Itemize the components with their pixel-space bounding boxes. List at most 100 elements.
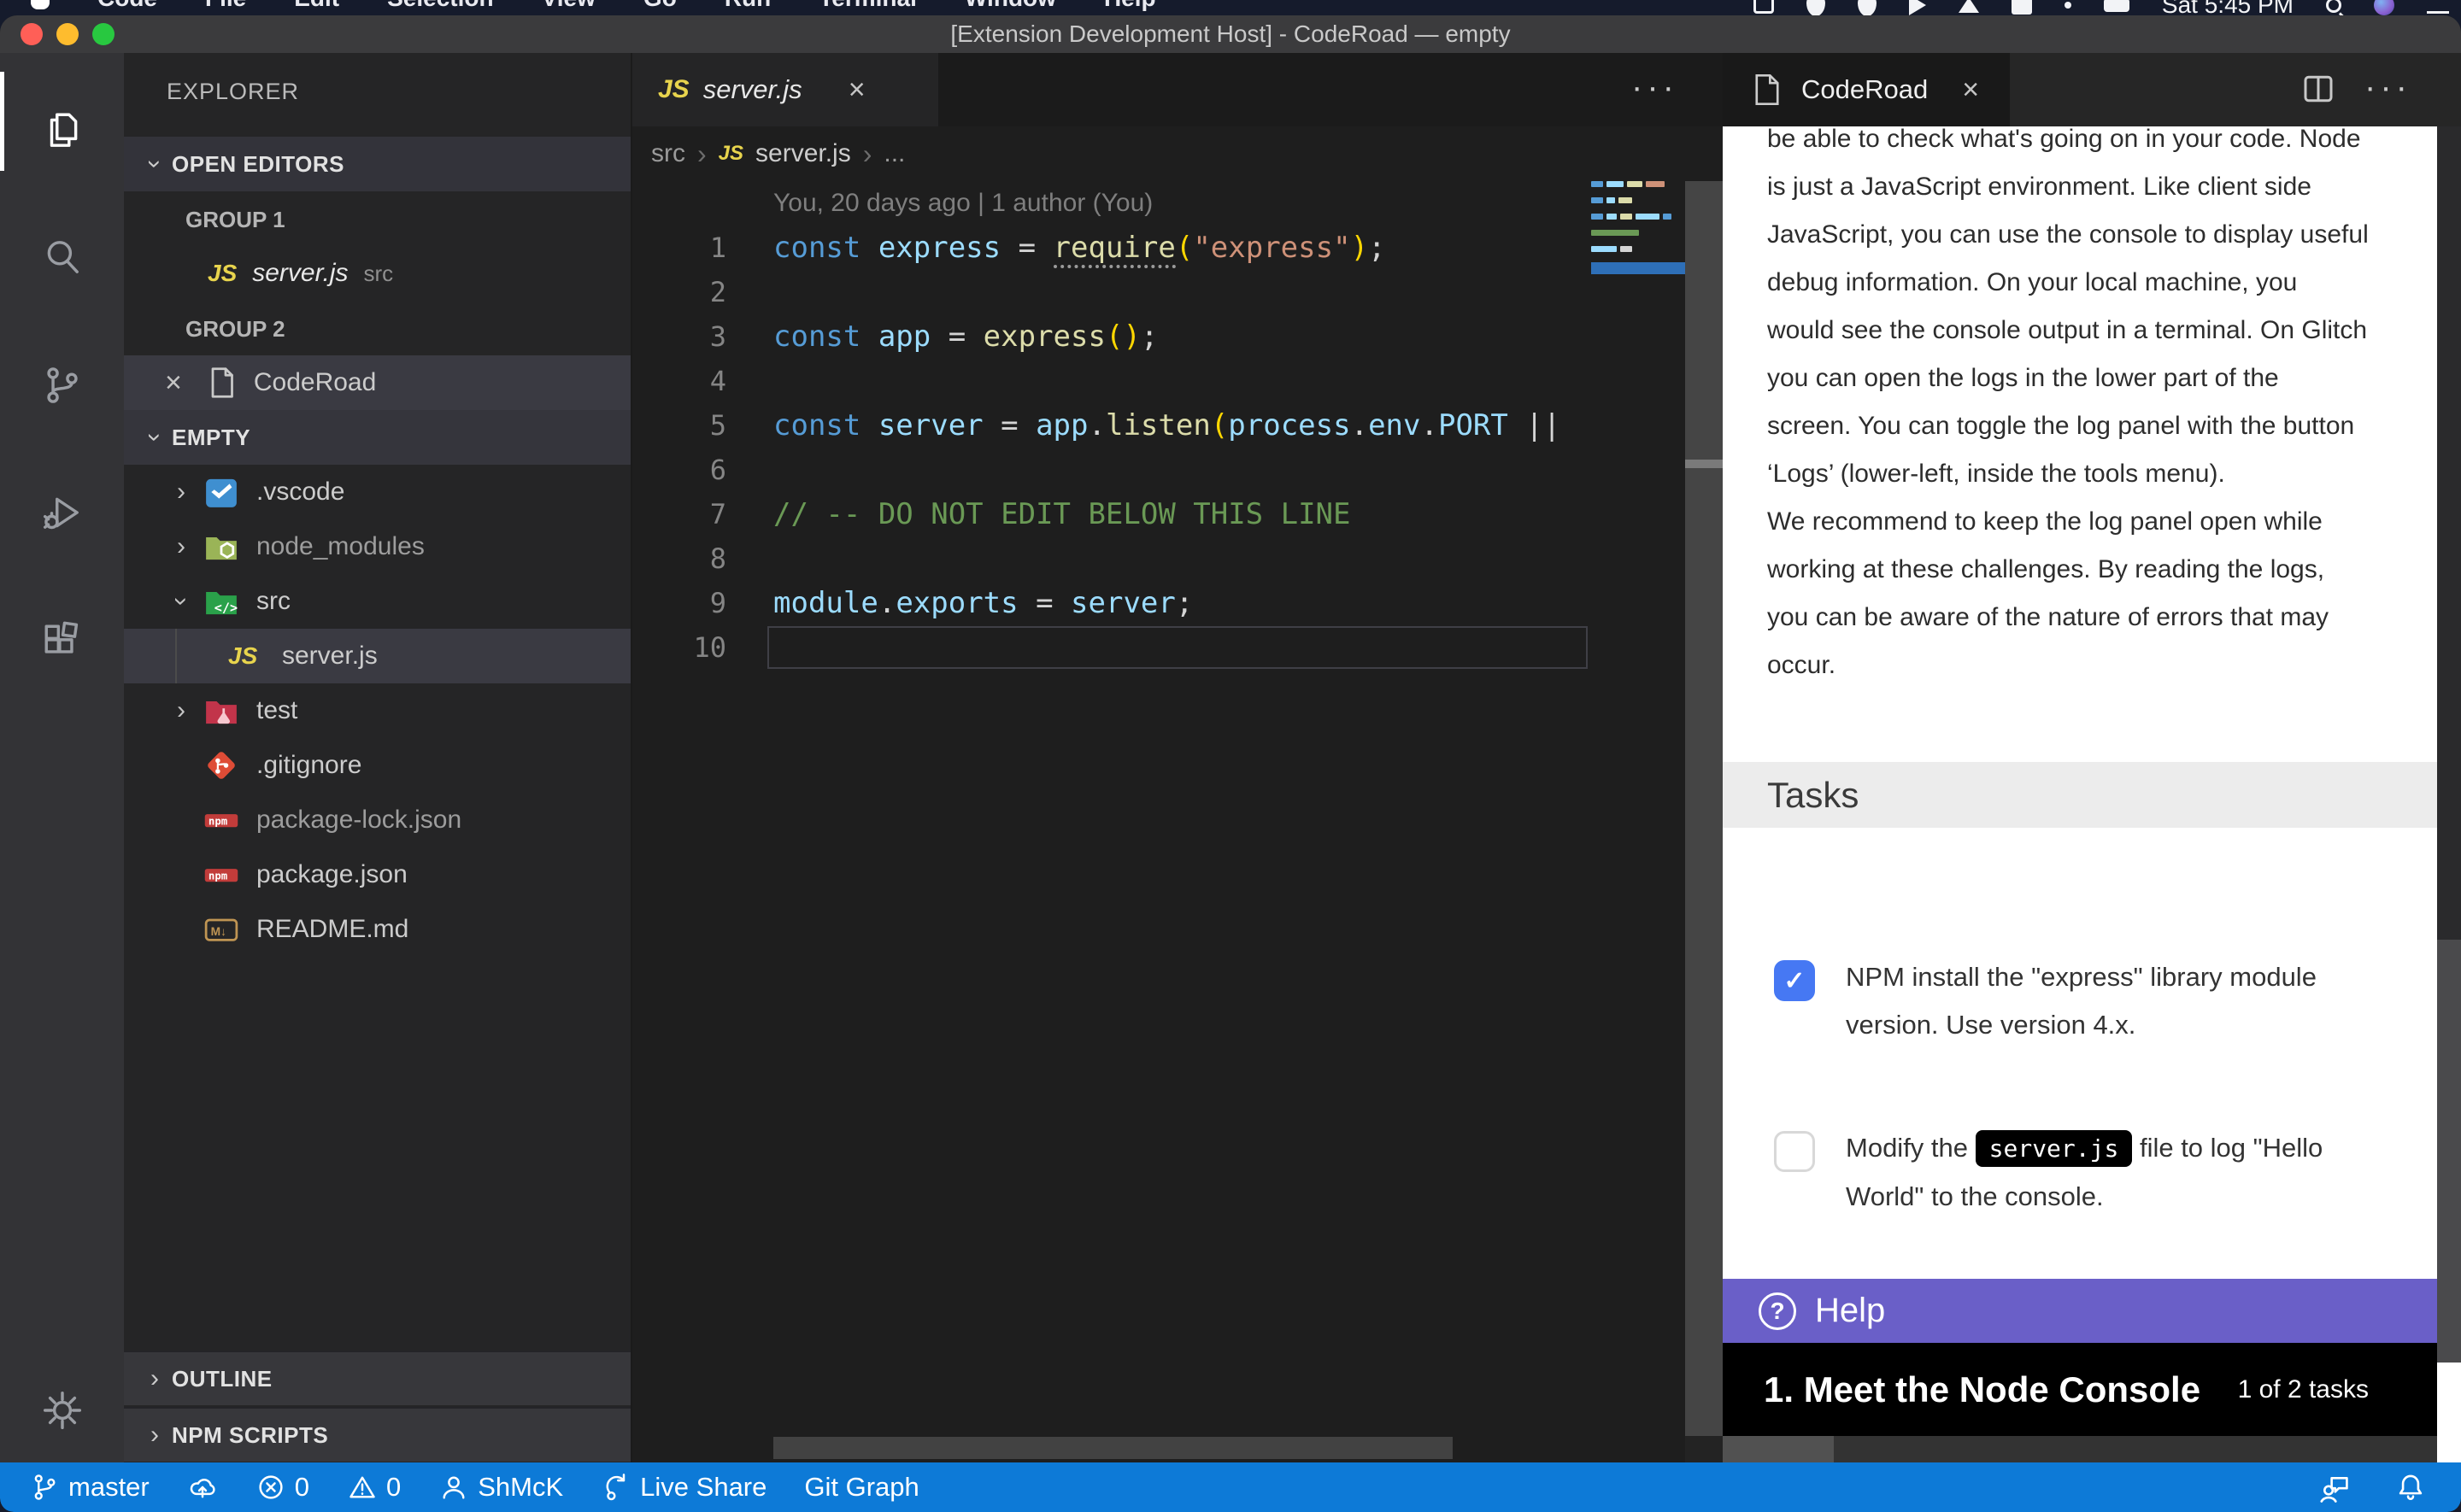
tab-coderoad[interactable]: CodeRoad × — [1723, 53, 2010, 126]
code-line-3[interactable]: 3const app = express(); — [632, 314, 1723, 359]
panel-actions-more-icon[interactable]: ··· — [2364, 53, 2411, 126]
minimap-selection — [1591, 262, 1685, 274]
code-line-7[interactable]: 7// -- DO NOT EDIT BELOW THIS LINE — [632, 492, 1723, 536]
code-line-2[interactable]: 2 — [632, 270, 1723, 314]
code-editor[interactable]: You, 20 days ago | 1 author (You) 1const… — [632, 181, 1723, 670]
current-line-highlight — [767, 626, 1588, 669]
statusbar-feedback[interactable] — [2317, 1471, 2350, 1503]
editor-actions-more-icon[interactable]: ··· — [1631, 53, 1678, 126]
battery-icon[interactable] — [2104, 0, 2129, 12]
settings-gear-icon[interactable] — [41, 1389, 84, 1432]
statusbar-master[interactable]: master — [29, 1472, 150, 1503]
tree-item-readmemd[interactable]: M↓README.md — [124, 902, 631, 957]
tree-item-package-lockjson[interactable]: npmpackage-lock.json — [124, 793, 631, 847]
shield-icon[interactable] — [1858, 0, 1877, 15]
menu-item-code[interactable]: Code — [97, 0, 157, 12]
close-tab-icon[interactable]: × — [1962, 73, 1979, 107]
code-line-1[interactable]: 1const express = require("express"); — [632, 226, 1723, 270]
statusbar-cloud-up[interactable] — [187, 1472, 218, 1503]
section-npm-scripts[interactable]: NPM SCRIPTS — [124, 1407, 631, 1462]
tree-item-packagejson[interactable]: npmpackage.json — [124, 847, 631, 902]
code-line-8[interactable]: 8 — [632, 536, 1723, 581]
search-icon[interactable] — [41, 236, 84, 278]
open-editor-item-server.js[interactable]: JSserver.jssrc — [124, 246, 631, 301]
control-center-icon[interactable] — [2427, 0, 2449, 14]
menu-item-help[interactable]: Help — [1104, 0, 1156, 12]
menu-item-file[interactable]: File — [205, 0, 246, 12]
panel-vertical-scrollbar-track[interactable] — [2437, 940, 2461, 1363]
extensions-icon[interactable] — [41, 621, 84, 664]
breadcrumb[interactable]: src › JS server.js › ... — [651, 126, 905, 181]
menu-item-view[interactable]: View — [542, 0, 596, 12]
siri-icon[interactable] — [2374, 0, 2394, 15]
split-editor-icon[interactable] — [2301, 72, 2335, 106]
statusbar-0[interactable]: 0 — [347, 1472, 401, 1503]
line-number: 1 — [632, 226, 726, 270]
statusbar-git-graph[interactable]: Git Graph — [804, 1472, 919, 1503]
menu-item-selection[interactable]: Selection — [387, 0, 493, 12]
coderoad-panel-group: CodeRoad × ··· be able to check what's g… — [1723, 53, 2461, 1462]
minimap[interactable] — [1591, 181, 1685, 274]
screen-mirroring-icon[interactable] — [1753, 0, 1774, 14]
editor-vertical-scrollbar[interactable] — [1685, 181, 1723, 1436]
run-debug-icon[interactable] — [41, 491, 84, 534]
notes-icon[interactable] — [2012, 0, 2032, 15]
breadcrumb-symbol[interactable]: ... — [884, 139, 905, 168]
tab-server-js[interactable]: JS server.js × — [632, 53, 938, 126]
window-titlebar[interactable]: [Extension Development Host] - CodeRoad … — [0, 15, 2461, 53]
code-line-6[interactable]: 6 — [632, 448, 1723, 492]
files-icon[interactable] — [41, 109, 84, 152]
indent-guide — [175, 629, 177, 683]
src-icon: </> — [203, 583, 240, 620]
folder-section-header[interactable]: EMPTY — [124, 410, 631, 465]
statusbar-shmck[interactable]: ShMcK — [438, 1472, 563, 1503]
help-section-header[interactable]: ? Help — [1723, 1279, 2437, 1343]
tree-item-gitignore[interactable]: .gitignore — [124, 738, 631, 793]
panel-horizontal-scrollbar[interactable] — [1723, 1436, 2437, 1462]
tree-item-test[interactable]: test — [124, 683, 631, 738]
code-line-9[interactable]: 9module.exports = server; — [632, 581, 1723, 625]
tree-item-serverjs[interactable]: JSserver.js — [124, 629, 631, 683]
code-line-10[interactable]: 10 — [632, 625, 1723, 670]
lesson-text-line: working at these challenges. By reading … — [1767, 546, 2461, 594]
open-editor-item-coderoad[interactable]: ×CodeRoad — [124, 355, 631, 410]
section-outline[interactable]: OUTLINE — [124, 1351, 631, 1405]
close-tab-icon[interactable]: × — [849, 73, 866, 107]
tree-item-vscode[interactable]: .vscode — [124, 465, 631, 519]
play-icon[interactable] — [1909, 0, 1926, 15]
eject-icon[interactable] — [1959, 0, 1979, 13]
menu-item-run[interactable]: Run — [725, 0, 771, 12]
open-editors-header[interactable]: OPEN EDITORS — [124, 137, 631, 191]
apple-menu-icon[interactable] — [31, 0, 50, 9]
menu-item-go[interactable]: Go — [643, 0, 677, 12]
panel-vertical-scrollbar[interactable] — [2437, 126, 2461, 940]
task-checkbox-unchecked[interactable] — [1774, 1131, 1815, 1172]
spotlight-search-icon[interactable] — [2326, 0, 2341, 13]
source-control-icon[interactable] — [41, 364, 84, 407]
file-icon — [204, 366, 238, 400]
chevron-right-icon — [168, 478, 194, 507]
scrollbar-thumb[interactable] — [1685, 460, 1723, 468]
lesson-footer[interactable]: 1. Meet the Node Console 1 of 2 tasks — [1723, 1343, 2437, 1436]
code-line-5[interactable]: 5const server = app.listen(process.env.P… — [632, 403, 1723, 448]
scrollbar-thumb[interactable] — [1723, 1436, 1834, 1462]
dot-icon[interactable] — [2065, 2, 2071, 9]
close-editor-icon[interactable]: × — [165, 366, 182, 400]
code-line-4[interactable]: 4 — [632, 359, 1723, 403]
task-checkbox-checked[interactable]: ✓ — [1774, 960, 1815, 1001]
statusbar-live-share[interactable]: Live Share — [601, 1472, 766, 1503]
editor-horizontal-scrollbar[interactable] — [773, 1437, 1453, 1459]
tree-item-node_modules[interactable]: node_modules — [124, 519, 631, 574]
scrollbar-corner — [1685, 1436, 1723, 1462]
breadcrumb-file[interactable]: server.js — [755, 139, 851, 168]
menubar-clock[interactable]: Sat 5:45 PM — [2162, 0, 2294, 15]
menu-item-window[interactable]: Window — [965, 0, 1056, 12]
statusbar-0[interactable]: 0 — [255, 1472, 309, 1503]
tree-item-src[interactable]: </>src — [124, 574, 631, 629]
menu-item-edit[interactable]: Edit — [294, 0, 339, 12]
shield-icon[interactable] — [1806, 0, 1825, 15]
menu-item-terminal[interactable]: Terminal — [819, 0, 917, 12]
line-number: 3 — [632, 314, 726, 359]
breadcrumb-folder[interactable]: src — [651, 139, 685, 168]
statusbar-bell[interactable] — [2394, 1471, 2427, 1503]
